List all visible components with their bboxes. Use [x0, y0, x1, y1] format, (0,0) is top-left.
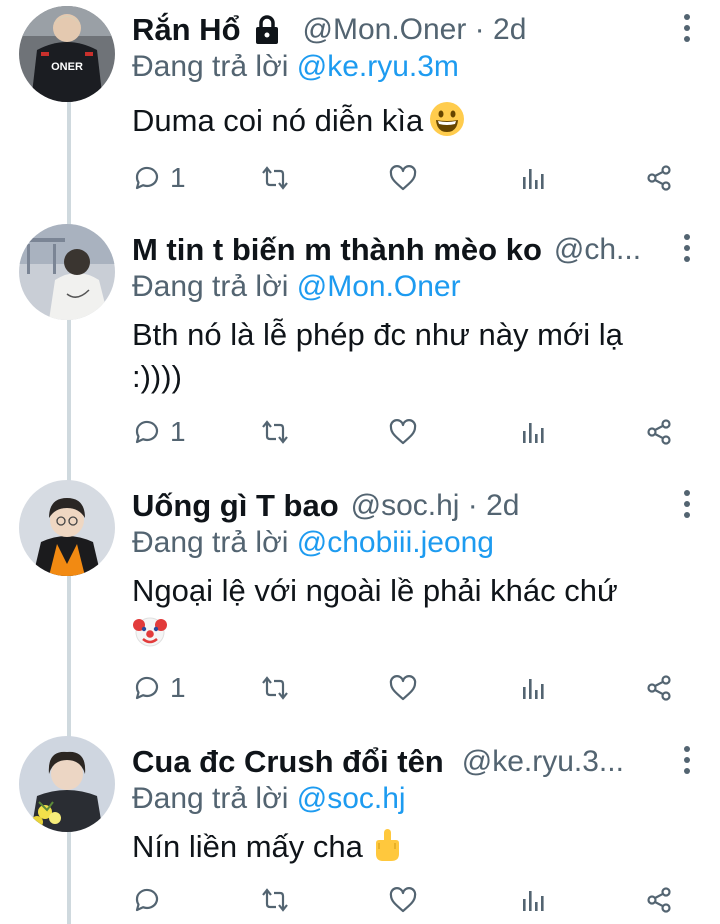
handle-and-time[interactable]: @ke.ryu.3...: [462, 745, 624, 779]
views-button[interactable]: [518, 414, 548, 450]
replying-to: Đang trả lời @Mon.Oner: [132, 270, 461, 304]
tweet-text-content: Ngoại lệ với ngoài lề phải khác chứ: [132, 573, 618, 608]
share-button[interactable]: [644, 414, 674, 450]
like-button[interactable]: [388, 160, 418, 196]
reply-icon: [135, 676, 159, 700]
views-icon: [523, 423, 544, 443]
retweet-button[interactable]: [260, 670, 290, 706]
views-button[interactable]: [518, 160, 548, 196]
reply-button[interactable]: 1: [132, 160, 186, 196]
clown-face-emoji: [132, 613, 168, 649]
tweet-text: Nín liền mấy cha: [132, 826, 672, 868]
tweet-actions: 1: [132, 670, 692, 706]
lock-icon: [253, 15, 281, 45]
reply-count: 1: [170, 416, 186, 447]
views-icon: [523, 891, 544, 911]
tweet-text-content: Bth nó là lễ phép đc như này mới lạ :)))…: [132, 317, 623, 394]
reply-button[interactable]: 1: [132, 414, 186, 450]
more-icon[interactable]: [680, 234, 694, 264]
share-icon: [647, 165, 671, 191]
share-icon: [647, 887, 671, 913]
tweet-header: M tin t biến m thành mèo ko @ch...: [132, 228, 660, 272]
tweet-actions: 1: [132, 414, 692, 450]
tweet-header: Cua đc Crush đổi tên @ke.ryu.3...: [132, 740, 660, 784]
tweet-text-content: Duma coi nó diễn kìa: [132, 103, 424, 138]
svg-text:ONER: ONER: [51, 61, 83, 73]
retweet-icon: [262, 166, 288, 190]
tweet-text: Ngoại lệ với ngoài lề phải khác chứ: [132, 570, 672, 654]
mention-link[interactable]: @ke.ryu.3m: [297, 50, 459, 83]
share-button[interactable]: [644, 160, 674, 196]
share-icon: [647, 419, 671, 445]
display-name[interactable]: Uống gì T bao: [132, 488, 339, 524]
reply-tweet[interactable]: Uống gì T bao @soc.hj · 2d Đang trả lời …: [0, 476, 720, 726]
replying-to: Đang trả lời @soc.hj: [132, 782, 406, 816]
reply-tweet[interactable]: Cua đc Crush đổi tên @ke.ryu.3... Đang t…: [0, 732, 720, 924]
reply-icon: [135, 888, 159, 912]
retweet-icon: [262, 420, 288, 444]
like-button[interactable]: [388, 414, 418, 450]
reply-count: 1: [170, 162, 186, 193]
views-button[interactable]: [518, 882, 548, 918]
like-button[interactable]: [388, 882, 418, 918]
replying-to: Đang trả lời @ke.ryu.3m: [132, 50, 459, 84]
display-name[interactable]: M tin t biến m thành mèo ko: [132, 232, 542, 268]
more-icon[interactable]: [680, 490, 694, 520]
avatar[interactable]: [19, 480, 115, 576]
replying-to: Đang trả lời @chobiii.jeong: [132, 526, 494, 560]
reply-button[interactable]: 1: [132, 670, 186, 706]
share-icon: [647, 675, 671, 701]
reply-icon: [135, 166, 159, 190]
heart-icon: [389, 887, 417, 913]
replying-to-label: Đang trả lời: [132, 50, 289, 83]
retweet-icon: [262, 888, 288, 912]
heart-icon: [389, 165, 417, 191]
tweet-actions: 1: [132, 160, 692, 196]
reply-button[interactable]: [132, 882, 170, 918]
reply-icon: [135, 420, 159, 444]
display-name[interactable]: Cua đc Crush đổi tên: [132, 744, 444, 780]
views-icon: [523, 679, 544, 699]
heart-icon: [389, 419, 417, 445]
tweet-actions: [132, 882, 692, 918]
grinning-face-emoji: [429, 101, 465, 137]
share-button[interactable]: [644, 670, 674, 706]
middle-finger-emoji: [369, 827, 405, 863]
retweet-icon: [262, 676, 288, 700]
retweet-button[interactable]: [260, 882, 290, 918]
avatar[interactable]: ONER: [19, 6, 115, 102]
tweet-header: Uống gì T bao @soc.hj · 2d: [132, 484, 660, 528]
more-icon[interactable]: [680, 14, 694, 44]
reply-tweet[interactable]: ONER Rắn Hổ @Mon.Oner · 2d Đang trả lời …: [0, 0, 720, 218]
views-button[interactable]: [518, 670, 548, 706]
more-icon[interactable]: [680, 746, 694, 776]
heart-icon: [389, 675, 417, 701]
tweet-text: Bth nó là lễ phép đc như này mới lạ :)))…: [132, 314, 672, 398]
replying-to-label: Đang trả lời: [132, 782, 289, 815]
handle-and-time[interactable]: @Mon.Oner · 2d: [303, 13, 527, 47]
retweet-button[interactable]: [260, 160, 290, 196]
mention-link[interactable]: @Mon.Oner: [297, 270, 461, 303]
tweet-text-content: Nín liền mấy cha: [132, 829, 363, 864]
share-button[interactable]: [644, 882, 674, 918]
retweet-button[interactable]: [260, 414, 290, 450]
mention-link[interactable]: @chobiii.jeong: [297, 526, 494, 559]
handle-and-time[interactable]: @ch...: [554, 233, 641, 267]
mention-link[interactable]: @soc.hj: [297, 782, 406, 815]
display-name[interactable]: Rắn Hổ: [132, 12, 241, 48]
like-button[interactable]: [388, 670, 418, 706]
tweet-header: Rắn Hổ @Mon.Oner · 2d: [132, 8, 660, 52]
views-icon: [523, 169, 544, 189]
reply-count: 1: [170, 672, 186, 703]
handle-and-time[interactable]: @soc.hj · 2d: [351, 489, 520, 523]
avatar[interactable]: [19, 736, 115, 832]
replying-to-label: Đang trả lời: [132, 270, 289, 303]
avatar[interactable]: [19, 224, 115, 320]
reply-tweet[interactable]: M tin t biến m thành mèo ko @ch... Đang …: [0, 220, 720, 470]
tweet-text: Duma coi nó diễn kìa: [132, 100, 672, 142]
replying-to-label: Đang trả lời: [132, 526, 289, 559]
